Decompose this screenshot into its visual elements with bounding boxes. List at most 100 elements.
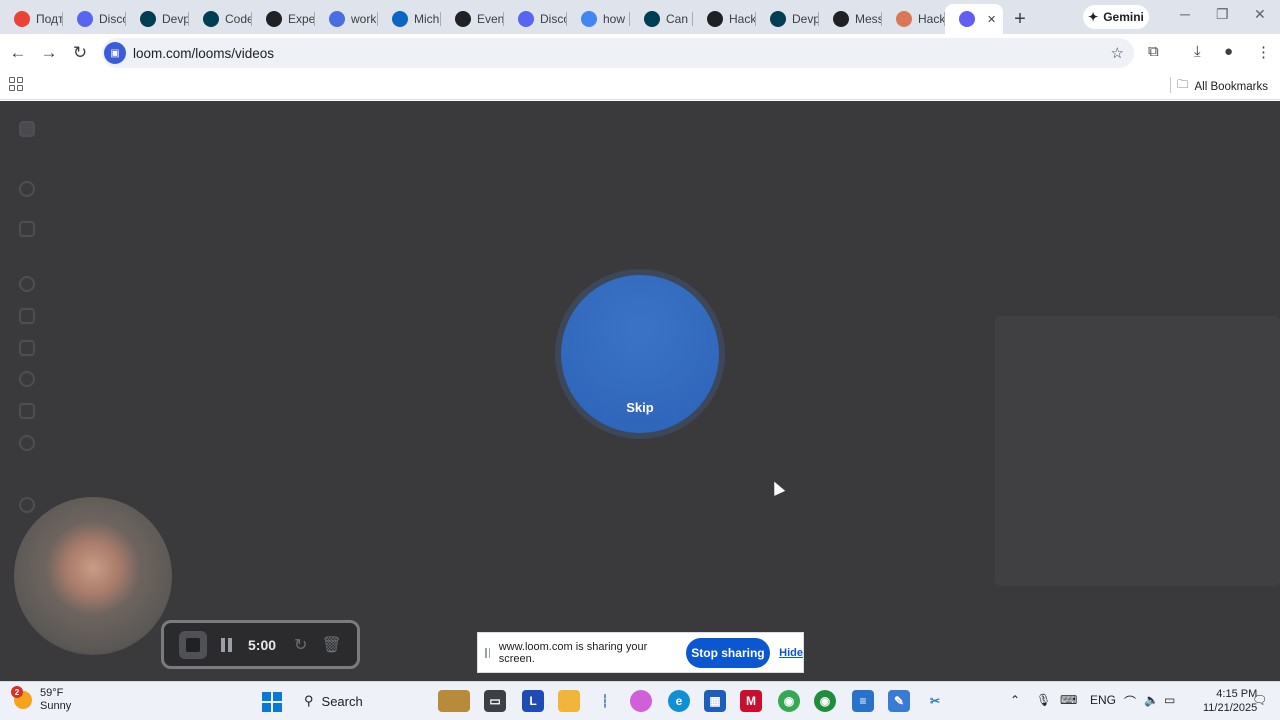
all-bookmarks-label: All Bookmarks	[1194, 80, 1269, 93]
chatgpt-icon	[833, 11, 849, 27]
discord-icon	[518, 11, 534, 27]
language-indicator[interactable]: ENG	[1090, 693, 1116, 707]
chrome-icon[interactable]: ◉	[778, 690, 800, 712]
notification-icon[interactable]: 🗨	[1252, 693, 1267, 707]
taskbar-search[interactable]: ⚲ Search	[294, 686, 424, 716]
browser-tab[interactable]: work	[315, 4, 378, 34]
trash-icon[interactable]: 🗑	[321, 635, 341, 655]
gemini-label: Gemini	[1103, 10, 1144, 24]
settings-icon	[19, 497, 35, 513]
profile-icon[interactable]: ●	[1224, 43, 1233, 60]
browser-tab[interactable]: Mess	[819, 4, 882, 34]
screen-share-banner: www.loom.com is sharing your screen. Sto…	[477, 632, 804, 673]
folder-icon: 🗀	[1177, 79, 1189, 91]
browser-tab[interactable]: how	[567, 4, 630, 34]
tab-title: Can I	[666, 12, 693, 26]
battery-icon[interactable]: ▭	[1164, 693, 1175, 707]
reload-icon[interactable]: ↻	[66, 39, 94, 67]
browser-tab[interactable]: Can I	[630, 4, 693, 34]
wifi-icon[interactable]: ⌒	[1124, 693, 1136, 710]
site-info-icon[interactable]: ▣	[104, 42, 126, 64]
search-icon: ⚲	[304, 693, 314, 708]
download-icon[interactable]: ⤓	[1194, 43, 1201, 60]
weather-widget[interactable]: 2 59°F Sunny	[11, 686, 72, 713]
bookmark-icon	[19, 403, 35, 419]
history-icon	[19, 435, 35, 451]
store-icon[interactable]: ▦	[704, 690, 726, 712]
tray-chevron-icon[interactable]: ⌃	[1010, 693, 1020, 707]
loom-page-overlay: Skip	[0, 101, 1280, 681]
address-bar[interactable]: ▣ loom.com/looms/videos ☆	[102, 38, 1134, 68]
close-window-icon[interactable]: ✕	[1254, 6, 1266, 23]
hide-banner-link[interactable]: Hide	[779, 647, 803, 659]
people-icon	[19, 221, 35, 237]
edge-icon[interactable]: e	[668, 690, 690, 712]
lens-app-icon[interactable]: L	[522, 690, 544, 712]
url-text[interactable]: loom.com/looms/videos	[133, 46, 274, 61]
devpost-icon	[140, 11, 156, 27]
browser-tab[interactable]: Devp	[756, 4, 819, 34]
drag-handle-icon[interactable]	[485, 647, 491, 658]
m-icon	[329, 11, 345, 27]
copilot-icon[interactable]	[630, 690, 652, 712]
system-clock[interactable]: 4:15 PM 11/21/2025	[1203, 687, 1257, 715]
windows-start-icon[interactable]	[262, 692, 282, 712]
paint-icon[interactable]: ✎	[888, 690, 910, 712]
restart-icon[interactable]: ↻	[294, 635, 307, 655]
keyboard-icon[interactable]: ⌨	[1060, 693, 1077, 707]
pause-icon[interactable]	[221, 637, 232, 652]
mcafee-icon[interactable]: M	[740, 690, 762, 712]
browser-tab[interactable]: Disco	[504, 4, 567, 34]
bookmarks-divider	[1170, 77, 1171, 93]
browser-tab[interactable]: Expe	[252, 4, 315, 34]
countdown-skip-button[interactable]: Skip	[561, 275, 719, 433]
minimize-icon[interactable]: ─	[1180, 6, 1190, 22]
file-explorer-icon[interactable]	[558, 690, 580, 712]
tab-title: Mess	[855, 12, 882, 26]
chatgpt-icon	[707, 11, 723, 27]
browser-tab[interactable]: Mich	[378, 4, 441, 34]
forward-icon[interactable]: →	[35, 39, 63, 67]
chrome-profile-icon[interactable]: ◉	[814, 690, 836, 712]
close-tab-icon[interactable]: ✕	[987, 13, 996, 26]
maximize-icon[interactable]: ❐	[1216, 6, 1229, 23]
browser-tab[interactable]: Code	[189, 4, 252, 34]
browser-tab[interactable]: ✕	[945, 4, 1003, 34]
apps-grid-icon[interactable]	[9, 77, 23, 91]
browser-tab[interactable]: Hack	[693, 4, 756, 34]
browser-tab[interactable]: Event	[441, 4, 504, 34]
back-icon[interactable]: ←	[4, 39, 32, 67]
browser-tab[interactable]: Подт	[0, 4, 63, 34]
bookmark-star-icon[interactable]: ☆	[1111, 44, 1124, 62]
browser-tab[interactable]: Devp	[126, 4, 189, 34]
loom-logo-icon	[19, 121, 35, 137]
stop-sharing-button[interactable]: Stop sharing	[685, 637, 771, 668]
widget-thumbnail-icon[interactable]	[438, 690, 470, 712]
browser-toolbar: ← → ↻ ▣ loom.com/looms/videos ☆ ⧉ ⤓ ● ⋮	[0, 34, 1280, 72]
microphone-icon[interactable]: 🎙	[1036, 693, 1051, 707]
volume-icon[interactable]: 🔈	[1144, 693, 1159, 707]
webcam-bubble[interactable]	[14, 497, 172, 655]
new-tab-icon[interactable]: +	[1007, 4, 1033, 34]
task-view-icon[interactable]: ▭	[484, 690, 506, 712]
linkedin-icon	[392, 11, 408, 27]
browser-tab[interactable]: Hack	[882, 4, 945, 34]
gemini-button[interactable]: ✦ Gemini	[1083, 5, 1149, 29]
skip-label: Skip	[626, 400, 654, 415]
tab-title: work	[351, 12, 377, 26]
snipping-tool-icon[interactable]: ✂	[924, 690, 946, 712]
all-bookmarks-button[interactable]: 🗀 All Bookmarks	[1177, 77, 1268, 96]
weather-desc: Sunny	[40, 700, 72, 712]
weather-sun-icon: 2	[11, 686, 32, 709]
devpost-icon	[644, 11, 660, 27]
menu-icon[interactable]: ⋮	[1256, 43, 1271, 61]
gmail-icon	[14, 11, 30, 27]
recording-controls: 5:00 ↻ 🗑	[161, 620, 360, 669]
tab-search-icon[interactable]: ⧉	[1148, 43, 1159, 60]
voice-app-icon[interactable]: ┆	[594, 690, 616, 712]
notepad-icon[interactable]: ≡	[852, 690, 874, 712]
browser-tab[interactable]: Disco	[63, 4, 126, 34]
stop-recording-button[interactable]	[179, 630, 207, 659]
clock-icon	[19, 276, 35, 292]
tab-title: how	[603, 12, 626, 26]
